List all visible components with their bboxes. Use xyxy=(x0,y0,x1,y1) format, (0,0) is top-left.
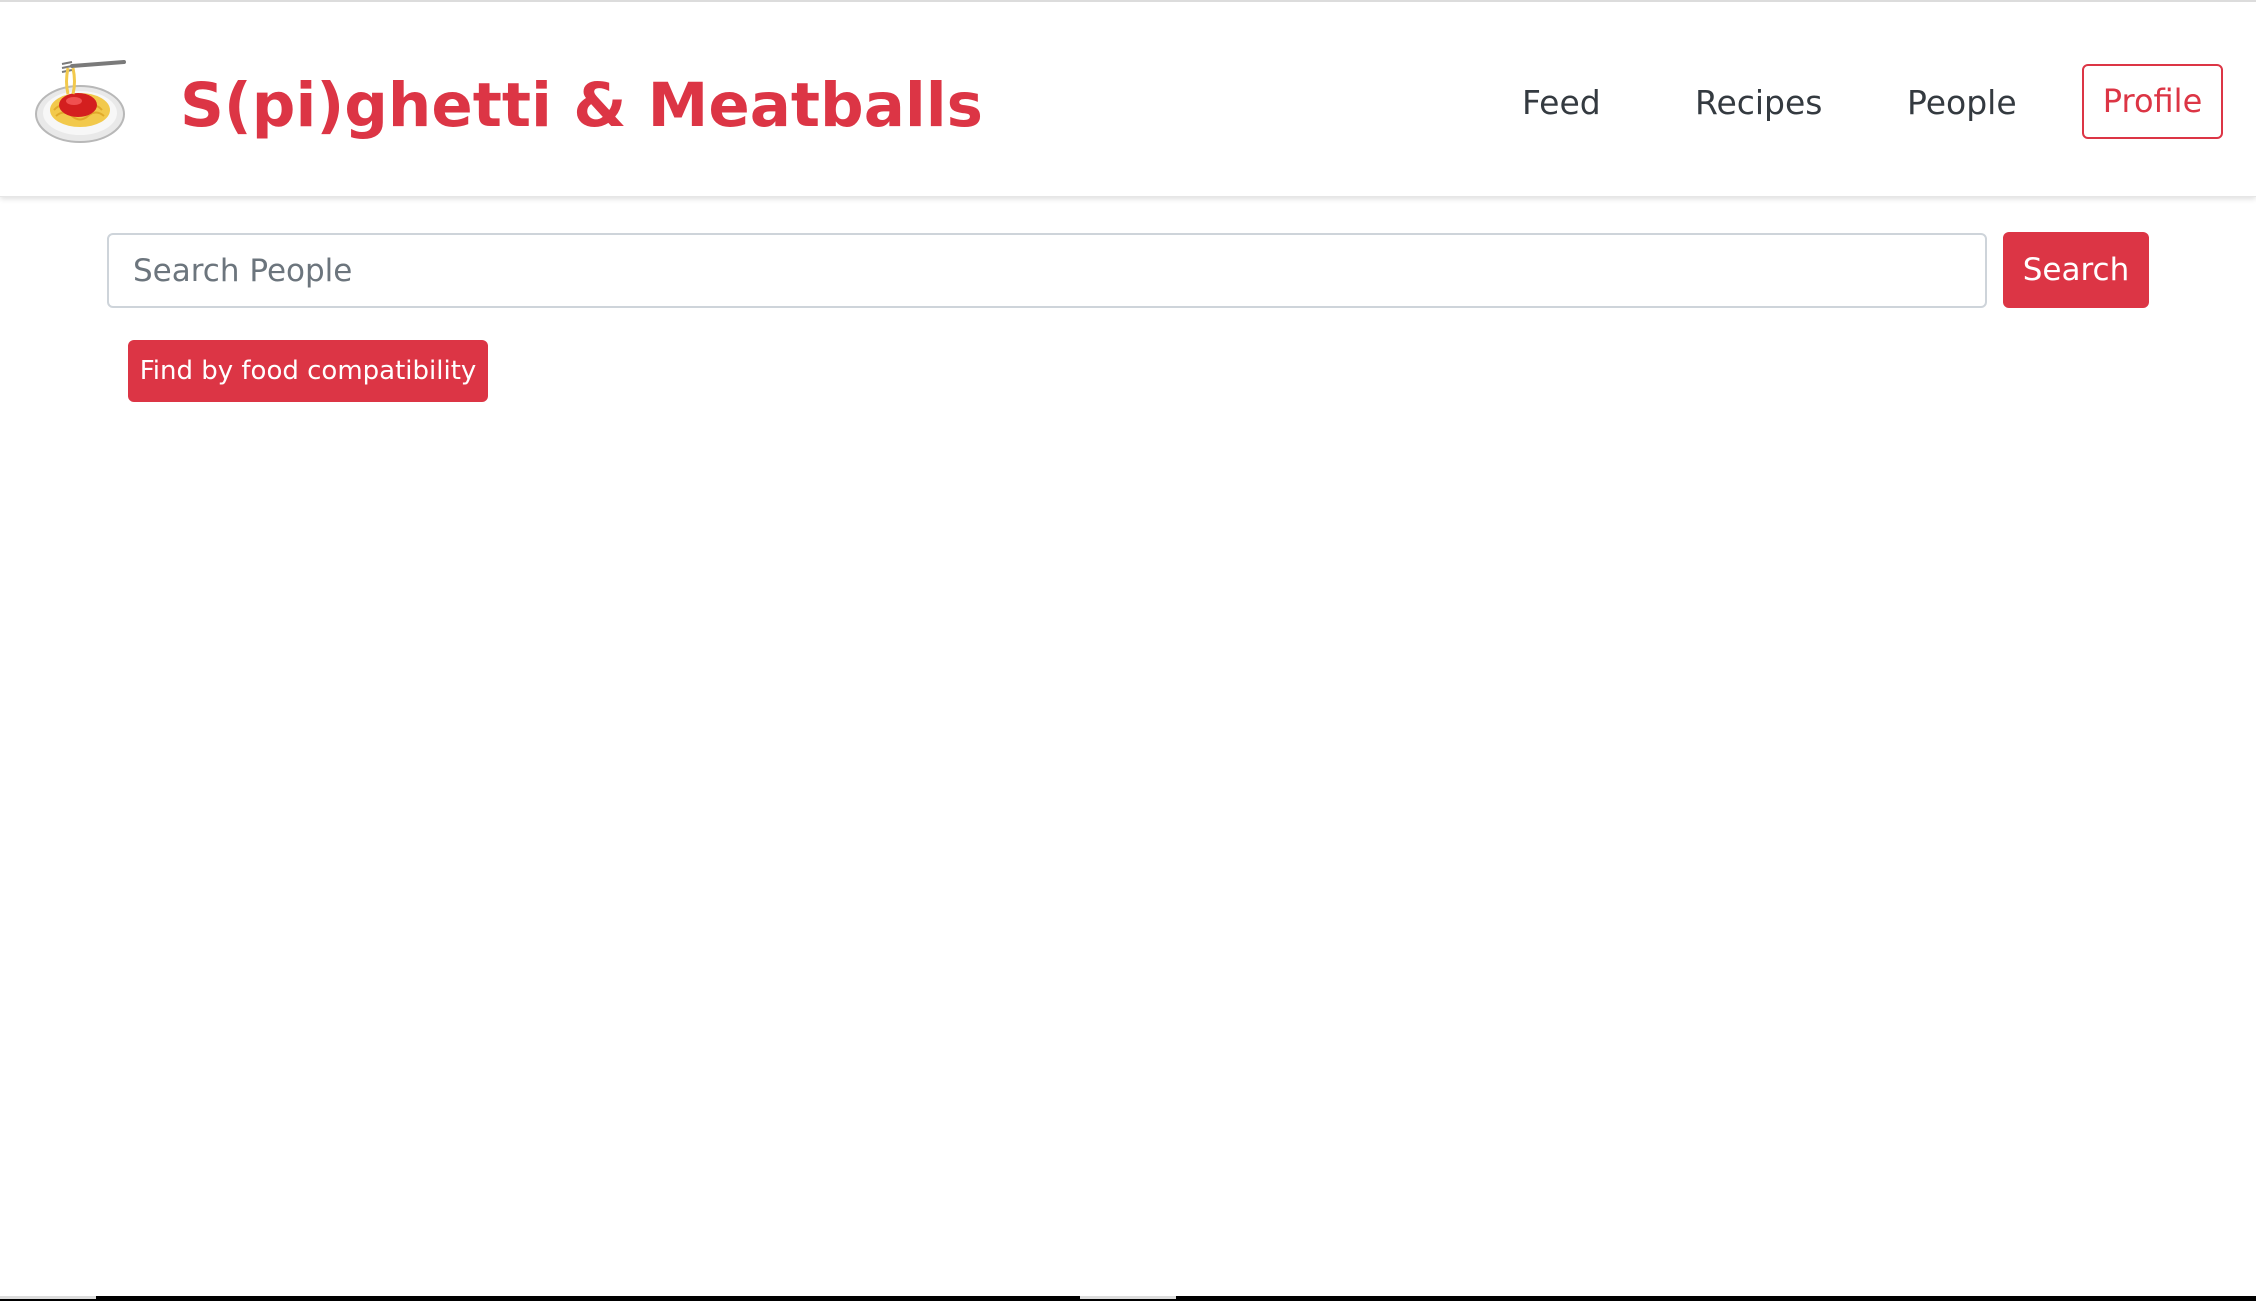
find-by-food-compatibility-button[interactable]: Find by food compatibility xyxy=(128,340,488,402)
nav-link-people[interactable]: People xyxy=(1907,77,2017,129)
bottom-edge-segment xyxy=(0,1296,96,1299)
top-navbar: S(pi)ghetti & Meatballs Feed Recipes Peo… xyxy=(0,0,2256,197)
nav-link-feed[interactable]: Feed xyxy=(1522,77,1601,129)
profile-button[interactable]: Profile xyxy=(2082,64,2223,139)
bottom-edge-segment xyxy=(1080,1296,1176,1299)
nav-link-recipes[interactable]: Recipes xyxy=(1695,77,1823,129)
spaghetti-icon[interactable] xyxy=(32,58,132,148)
search-people-input[interactable] xyxy=(107,233,1987,308)
brand-title[interactable]: S(pi)ghetti & Meatballs xyxy=(180,66,983,146)
search-button[interactable]: Search xyxy=(2003,232,2149,308)
